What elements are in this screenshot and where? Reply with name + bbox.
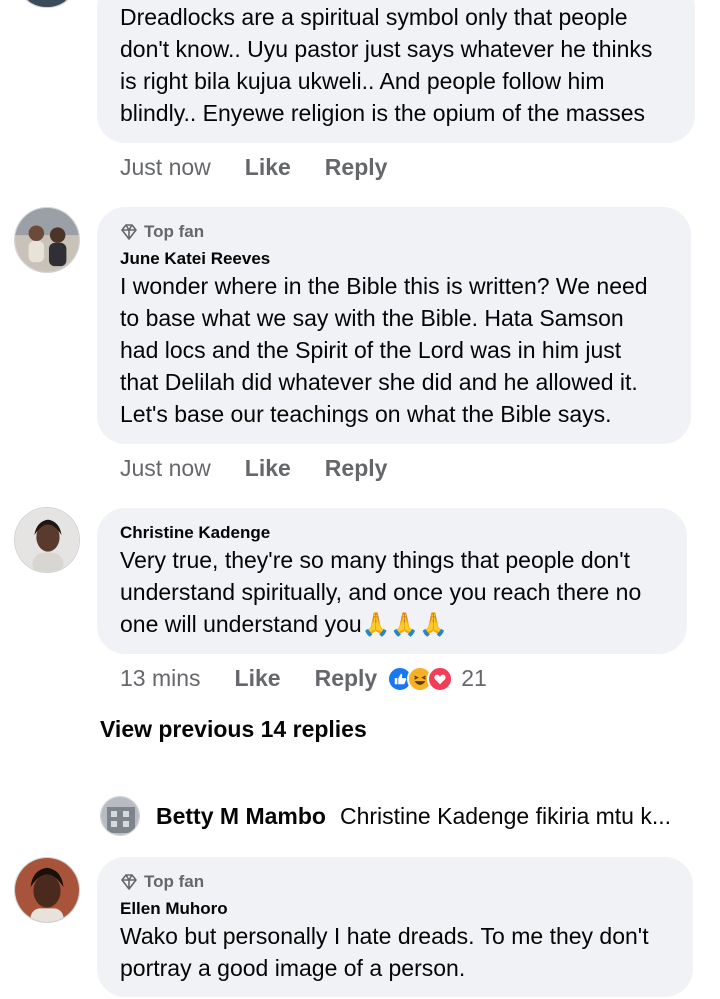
comment-timestamp[interactable]: 13 mins: [120, 665, 201, 692]
like-button[interactable]: Like: [235, 665, 281, 692]
like-button[interactable]: Like: [245, 154, 291, 181]
top-fan-badge: Top fan: [120, 872, 204, 892]
reaction-count: 21: [461, 665, 487, 691]
like-button[interactable]: Like: [245, 455, 291, 482]
comment-author[interactable]: June Katei Reeves: [120, 249, 270, 269]
comment-actions: Just now Like Reply: [120, 154, 387, 181]
reply-preview-text: Christine Kadenge fikiria mtu k...: [339, 802, 672, 829]
love-icon: [427, 665, 454, 692]
avatar[interactable]: [14, 857, 80, 923]
reply-author[interactable]: Betty M Mambo: [156, 803, 326, 830]
reply-preview[interactable]: Betty M Mambo Christine Kadenge fikiria …: [100, 796, 671, 836]
reply-button[interactable]: Reply: [325, 154, 388, 181]
avatar[interactable]: [14, 507, 80, 573]
comment-author[interactable]: Christine Kadenge: [120, 523, 270, 543]
diamond-icon: [121, 874, 137, 890]
comment-text: Dreadlocks are a spiritual symbol only t…: [120, 4, 653, 126]
comment-timestamp[interactable]: Just now: [120, 154, 211, 181]
comment-actions: 13 mins Like Reply 21: [120, 665, 487, 692]
reply-button[interactable]: Reply: [325, 455, 388, 482]
comment-text: Wako but personally I hate dreads. To me…: [120, 923, 649, 981]
comment-text: Very true, they're so many things that p…: [120, 544, 641, 640]
diamond-icon: [121, 224, 137, 240]
avatar[interactable]: [14, 0, 80, 8]
badge-label: Top fan: [144, 872, 205, 891]
comment-text: I wonder where in the Bible this is writ…: [120, 273, 648, 427]
top-fan-badge: Top fan: [120, 222, 204, 242]
comment-author[interactable]: Ellen Muhoro: [120, 899, 228, 919]
avatar: [100, 796, 140, 836]
badge-label: Top fan: [144, 222, 205, 241]
avatar[interactable]: [14, 207, 80, 273]
comment-actions: Just now Like Reply: [120, 455, 387, 482]
reply-button[interactable]: Reply: [315, 665, 378, 692]
view-previous-replies-link[interactable]: View previous 14 replies: [100, 716, 367, 743]
comment-timestamp[interactable]: Just now: [120, 455, 211, 482]
praying-hands-emoji: 🙏🙏🙏: [361, 611, 448, 637]
reaction-summary[interactable]: 21: [387, 665, 487, 692]
